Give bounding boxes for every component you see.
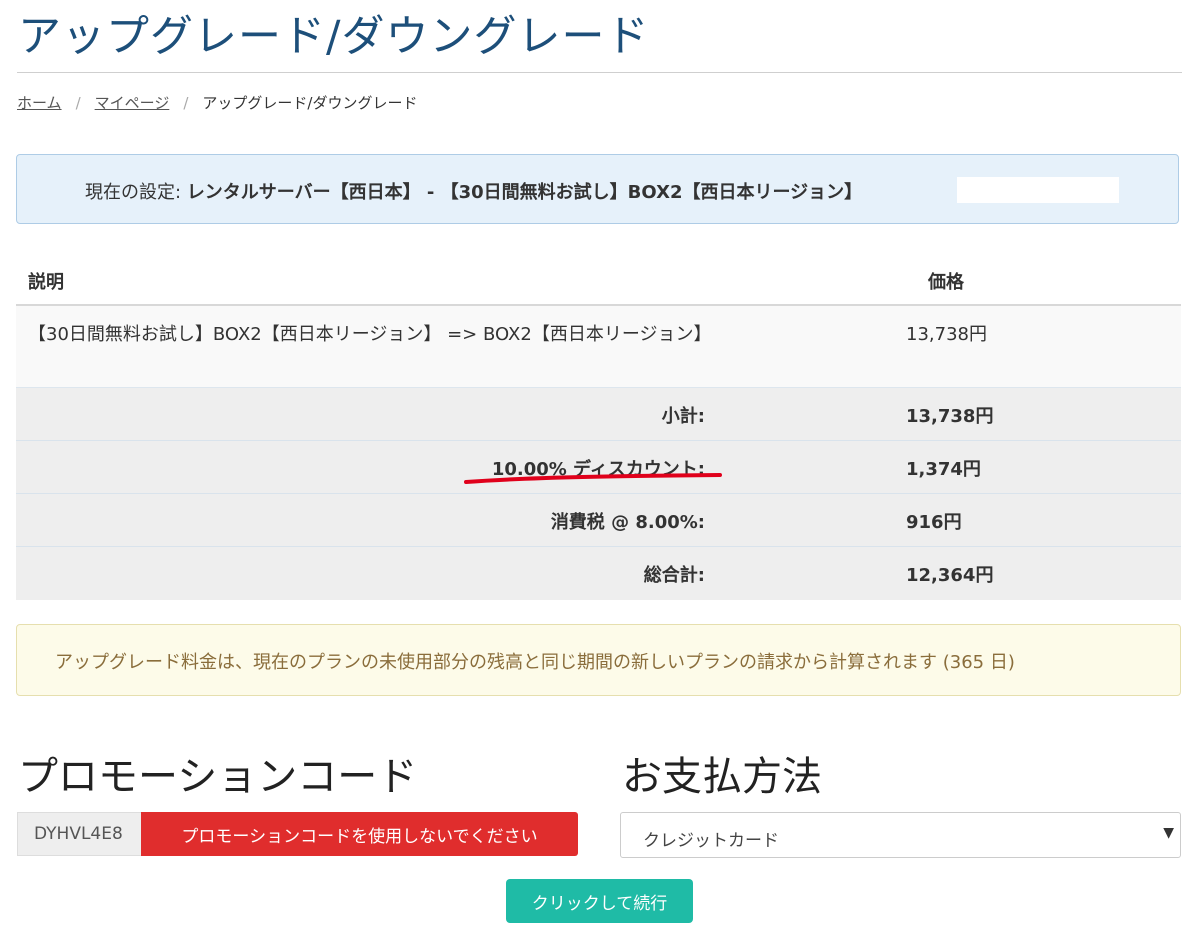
tax-value: 916円 bbox=[906, 512, 962, 533]
total-row: 総合計: 12,364円 bbox=[16, 547, 1181, 600]
promo-code-input[interactable] bbox=[17, 812, 141, 856]
title-divider bbox=[17, 72, 1182, 73]
current-setting-value: レンタルサーバー【西日本】 - 【30日間無料お試し】BOX2【西日本リージョン… bbox=[186, 182, 863, 203]
continue-button[interactable]: クリックして続行 bbox=[506, 879, 693, 923]
total-label: 総合計: bbox=[643, 565, 705, 586]
payment-method-heading: お支払方法 bbox=[622, 754, 822, 800]
current-setting-label: 現在の設定: bbox=[85, 182, 182, 203]
upgrade-notice-text: アップグレード料金は、現在のプランの未使用部分の残高と同じ期間の新しいプランの請… bbox=[55, 652, 1015, 673]
subtotal-row: 小計: 13,738円 bbox=[16, 388, 1181, 441]
subtotal-label: 小計: bbox=[661, 406, 705, 427]
remove-promo-code-button[interactable]: プロモーションコードを使用しないでください bbox=[141, 812, 578, 856]
table-header-row: 説明 価格 bbox=[16, 252, 1181, 306]
promo-code-heading: プロモーションコード bbox=[18, 754, 418, 800]
tax-label: 消費税 @ 8.00%: bbox=[550, 512, 705, 533]
breadcrumb-current: アップグレード/ダウングレード bbox=[202, 94, 418, 112]
page-title: アップグレード/ダウングレード bbox=[18, 12, 650, 62]
breadcrumb-separator: / bbox=[183, 94, 189, 112]
item-description: 【30日間無料お試し】BOX2【西日本リージョン】 => BOX2【西日本リージ… bbox=[28, 324, 712, 345]
table-row: 【30日間無料お試し】BOX2【西日本リージョン】 => BOX2【西日本リージ… bbox=[16, 306, 1181, 388]
breadcrumb-mypage-link[interactable]: マイページ bbox=[95, 94, 170, 112]
discount-value: 1,374円 bbox=[906, 459, 981, 480]
breadcrumb: ホーム / マイページ / アップグレード/ダウングレード bbox=[17, 92, 417, 113]
current-setting-panel: 現在の設定: レンタルサーバー【西日本】 - 【30日間無料お試し】BOX2【西… bbox=[16, 154, 1179, 224]
subtotal-value: 13,738円 bbox=[906, 406, 994, 427]
discount-row: 10.00% ディスカウント: 1,374円 bbox=[16, 441, 1181, 494]
redacted-area bbox=[957, 177, 1119, 203]
column-header-description: 説明 bbox=[28, 272, 64, 293]
red-underline-annotation bbox=[464, 473, 722, 484]
column-header-price: 価格 bbox=[928, 272, 964, 293]
item-price: 13,738円 bbox=[906, 324, 987, 345]
upgrade-notice: アップグレード料金は、現在のプランの未使用部分の残高と同じ期間の新しいプランの請… bbox=[16, 624, 1181, 696]
payment-method-select[interactable]: クレジットカード ▼ bbox=[620, 812, 1181, 858]
breadcrumb-home-link[interactable]: ホーム bbox=[17, 94, 62, 112]
breadcrumb-separator: / bbox=[75, 94, 81, 112]
payment-method-selected: クレジットカード bbox=[643, 831, 779, 851]
current-setting-text: 現在の設定: レンタルサーバー【西日本】 - 【30日間無料お試し】BOX2【西… bbox=[85, 178, 862, 204]
dropdown-caret-icon: ▼ bbox=[1163, 825, 1174, 841]
total-value: 12,364円 bbox=[906, 565, 994, 586]
tax-row: 消費税 @ 8.00%: 916円 bbox=[16, 494, 1181, 547]
